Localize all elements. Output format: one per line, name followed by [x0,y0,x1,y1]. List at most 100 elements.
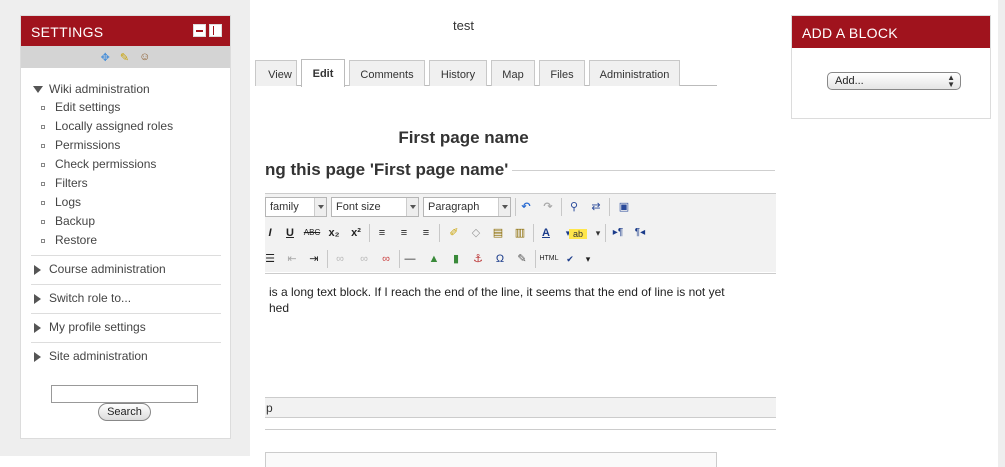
main-content: test View Edit Comments History Map File… [255,0,780,467]
font-family-select[interactable]: family [265,197,327,217]
tab-view[interactable]: View [255,60,297,86]
format-select[interactable]: Paragraph [423,197,511,217]
strikethrough-icon[interactable]: ABC [303,224,321,242]
editor-path-bar: p [265,397,776,418]
link-logs[interactable]: Logs [55,195,81,209]
indent-icon[interactable]: ⇥ [305,250,323,268]
link-edit-settings[interactable]: Edit settings [55,100,120,114]
tree-label: Wiki administration [49,82,150,96]
link-icon[interactable]: ∞ [331,250,349,268]
settings-title: SETTINGS [31,24,104,40]
tree-switch-role[interactable]: Switch role to... [31,291,221,307]
special-character-icon[interactable]: Ω [491,250,509,268]
link-restore[interactable]: Restore [55,233,97,247]
anchor-icon[interactable]: ⚓ [469,250,487,268]
link-check-permissions[interactable]: Check permissions [55,157,156,171]
toolbar-separator [609,198,610,216]
ltr-icon[interactable]: ▸¶ [609,224,627,242]
toolbar-separator [605,224,606,242]
assign-roles-icon[interactable]: ☺ [139,51,150,63]
highlight-color-icon[interactable]: ab [569,229,587,239]
rtl-icon[interactable]: ¶◂ [631,224,649,242]
editor-text-line-2: hed [269,301,290,315]
editor-text-area[interactable]: is a long text block. If I reach the end… [265,273,776,397]
superscript-icon[interactable]: x² [347,224,365,242]
redo-icon[interactable]: ↷ [539,198,557,216]
toolbar-separator [327,250,328,268]
tab-history[interactable]: History [429,60,487,86]
element-path[interactable]: p [266,401,273,415]
paste-text-icon[interactable]: ▤ [489,224,507,242]
media-icon[interactable]: ▮ [447,250,465,268]
align-left-icon[interactable]: ≡ [373,224,391,242]
text-color-icon[interactable]: A [537,224,555,242]
add-block-select[interactable]: Add... ▲ ▼ [827,72,961,90]
toolbar-separator [515,198,516,216]
image-icon[interactable]: ▲ [425,250,443,268]
chevron-down-icon[interactable]: ▾ [579,250,597,268]
editing-heading: ng this page 'First page name' [265,160,513,180]
pencil-icon[interactable]: ✎ [120,51,129,64]
tree-my-profile-settings[interactable]: My profile settings [31,320,221,336]
link-permissions[interactable]: Permissions [55,138,120,152]
toolbar-row-1: family Font size Paragraph ↶ ↷ ⚲ ⇄ ▣ [265,194,776,220]
tab-label: Files [550,69,574,81]
chevron-down-icon [498,198,510,216]
bullet-icon [41,201,45,205]
tree-course-administration[interactable]: Course administration [31,262,221,278]
font-size-select[interactable]: Font size [331,197,419,217]
bullet-icon [41,182,45,186]
tree-label: My profile settings [49,320,146,334]
collapse-block-icon[interactable] [193,24,206,37]
spellcheck-icon[interactable]: ✔ [561,250,579,268]
html-source-icon[interactable]: HTML [537,250,561,268]
add-block-header: ADD A BLOCK [792,16,990,48]
tab-label: Comments [360,69,414,81]
settings-header-icons [193,24,222,37]
format-value: Paragraph [428,201,480,213]
tab-map[interactable]: Map [491,60,535,86]
divider [31,255,221,256]
toolbar-row-2: I U ABC x₂ x² ≡ ≡ ≡ ✐ ◇ ▤ ▥ A ▾ ab ▾ ▸¶ … [265,220,776,246]
horizontal-rule-icon[interactable]: — [401,250,419,268]
undo-icon[interactable]: ↶ [517,198,535,216]
tab-label: Administration [599,69,670,81]
tab-files[interactable]: Files [539,60,585,86]
eraser-icon[interactable]: ◇ [467,224,485,242]
unlink-icon[interactable]: ∞ [355,250,373,268]
unordered-list-icon[interactable]: ☰ [261,250,279,268]
tree-site-administration[interactable]: Site administration [31,349,221,365]
dock-block-icon[interactable] [209,24,222,37]
align-right-icon[interactable]: ≡ [417,224,435,242]
bullet-icon [41,163,45,167]
link-locally-assigned-roles[interactable]: Locally assigned roles [55,119,173,133]
clean-up-icon[interactable]: ✐ [445,224,463,242]
paste-word-icon[interactable]: ▥ [511,224,529,242]
html-editor: family Font size Paragraph ↶ ↷ ⚲ ⇄ ▣ I U… [265,193,776,430]
bullet-icon [41,239,45,243]
font-family-value: family [270,201,299,213]
tab-comments[interactable]: Comments [349,60,425,86]
outdent-icon[interactable]: ⇤ [283,250,301,268]
link-filters[interactable]: Filters [55,176,88,190]
subscript-icon[interactable]: x₂ [325,224,343,242]
move-icon[interactable]: ✥ [101,51,110,64]
link-backup[interactable]: Backup [55,214,95,228]
collapsed-arrow-icon [34,294,41,304]
italic-icon[interactable]: I [261,224,279,242]
search-button[interactable]: Search [98,403,151,421]
find-icon[interactable]: ⚲ [565,198,583,216]
edit-table-icon[interactable]: ✎ [513,250,531,268]
bullet-icon [41,125,45,129]
fullscreen-icon[interactable]: ▣ [615,198,633,216]
tab-administration[interactable]: Administration [589,60,680,86]
find-replace-icon[interactable]: ⇄ [587,198,605,216]
tree-wiki-administration[interactable]: Wiki administration [31,82,221,98]
no-link-icon[interactable]: ∞ [377,250,395,268]
tab-edit[interactable]: Edit [301,59,345,87]
editor-text-line-1: is a long text block. If I reach the end… [269,285,725,299]
align-center-icon[interactable]: ≡ [395,224,413,242]
collapsed-arrow-icon [34,352,41,362]
settings-search-input[interactable] [51,385,198,403]
underline-icon[interactable]: U [281,224,299,242]
